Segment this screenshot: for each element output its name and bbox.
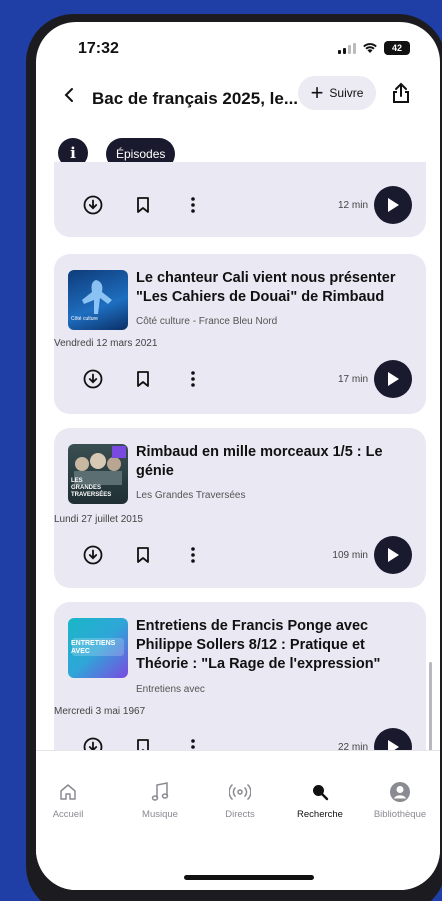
more-vertical-icon (191, 371, 195, 387)
play-icon (388, 372, 399, 386)
episode-show[interactable]: Les Grandes Traversées (136, 490, 246, 501)
episode-card[interactable]: Côté culture Le chanteur Cali vient nous… (54, 254, 426, 414)
status-bar: 17:32 42 (36, 40, 440, 62)
play-button[interactable] (374, 536, 412, 574)
episode-show[interactable]: Entretiens avec (136, 684, 205, 695)
bookmark-button[interactable] (130, 366, 156, 392)
tab-recherche[interactable]: Recherche (280, 779, 360, 820)
page-title: Bac de français 2025, le... (92, 89, 299, 108)
more-vertical-icon (191, 197, 195, 213)
episode-thumbnail: Côté culture (68, 270, 128, 330)
bookmark-icon (137, 547, 149, 563)
tab-accueil[interactable]: Accueil (36, 779, 108, 820)
thumbnail-label: Côté culture (71, 316, 98, 322)
back-button[interactable] (64, 86, 74, 109)
bookmark-button[interactable] (130, 192, 156, 218)
more-button[interactable] (180, 366, 206, 392)
app-screen: 17:32 42 Bac de français 2025, le... + S… (36, 22, 440, 890)
play-icon (388, 548, 399, 562)
bottom-tab-bar: Accueil Musique Directs Recherche Biblio… (36, 750, 440, 890)
download-button[interactable] (80, 542, 106, 568)
download-icon (83, 195, 103, 215)
music-note-icon (151, 782, 169, 801)
episode-date: Vendredi 12 mars 2021 (54, 338, 158, 349)
tab-label: Directs (225, 809, 255, 820)
broadcast-icon (229, 783, 251, 801)
profile-icon (390, 782, 410, 802)
signal-icon (338, 42, 356, 54)
episode-thumbnail: LES GRANDES TRAVERSÉES (68, 444, 128, 504)
episode-card[interactable]: LES GRANDES TRAVERSÉES Rimbaud en mille … (54, 428, 426, 588)
tab-label: Recherche (297, 809, 343, 820)
episode-title[interactable]: Entretiens de Francis Ponge avec Philipp… (136, 617, 412, 674)
home-icon (60, 784, 76, 800)
follow-button[interactable]: + Suivre (298, 76, 376, 110)
episode-title[interactable]: Rimbaud en mille morceaux 1/5 : Le génie (136, 443, 412, 481)
battery-icon: 42 (384, 41, 410, 55)
more-button[interactable] (180, 542, 206, 568)
chevron-left-icon (64, 88, 73, 102)
episode-date: Lundi 27 juillet 2015 (54, 514, 143, 525)
bookmark-icon (137, 371, 149, 387)
episode-card[interactable]: 12 min (54, 162, 426, 237)
more-button[interactable] (180, 192, 206, 218)
download-button[interactable] (80, 192, 106, 218)
tab-bibliotheque[interactable]: Bibliothèque (360, 779, 440, 820)
tab-label: Musique (142, 809, 178, 820)
follow-label: Suivre (329, 86, 364, 100)
download-icon (83, 369, 103, 389)
bookmark-icon (137, 197, 149, 213)
episode-duration: 17 min (337, 374, 368, 385)
tab-label: Accueil (52, 809, 84, 820)
more-vertical-icon (191, 547, 195, 563)
episode-title[interactable]: Le chanteur Cali vient nous présenter "L… (136, 269, 412, 307)
episode-duration: 109 min (332, 550, 368, 561)
header: Bac de français 2025, le... + Suivre (36, 74, 440, 124)
info-icon: i (70, 144, 76, 162)
play-button[interactable] (374, 186, 412, 224)
share-icon (393, 82, 409, 103)
thumbnail-label: ENTRETIENS AVEC (71, 640, 116, 655)
tab-musique[interactable]: Musique (120, 779, 200, 820)
play-button[interactable] (374, 360, 412, 398)
status-time: 17:32 (78, 40, 119, 57)
episode-duration: 12 min (337, 200, 368, 211)
episode-show[interactable]: Côté culture - France Bleu Nord (136, 316, 277, 327)
download-icon (83, 545, 103, 565)
wifi-icon (363, 43, 377, 53)
plus-icon: + (310, 80, 324, 105)
episode-date: Mercredi 3 mai 1967 (54, 706, 146, 717)
thumbnail-label: LES GRANDES TRAVERSÉES (71, 478, 112, 498)
download-button[interactable] (80, 366, 106, 392)
tab-label: Bibliothèque (373, 809, 427, 820)
search-icon (313, 785, 329, 801)
bookmark-button[interactable] (130, 542, 156, 568)
share-button[interactable] (392, 82, 410, 109)
play-icon (388, 198, 399, 212)
episode-thumbnail: ENTRETIENS AVEC (68, 618, 128, 678)
home-indicator[interactable] (184, 875, 314, 880)
tab-directs[interactable]: Directs (200, 779, 280, 820)
